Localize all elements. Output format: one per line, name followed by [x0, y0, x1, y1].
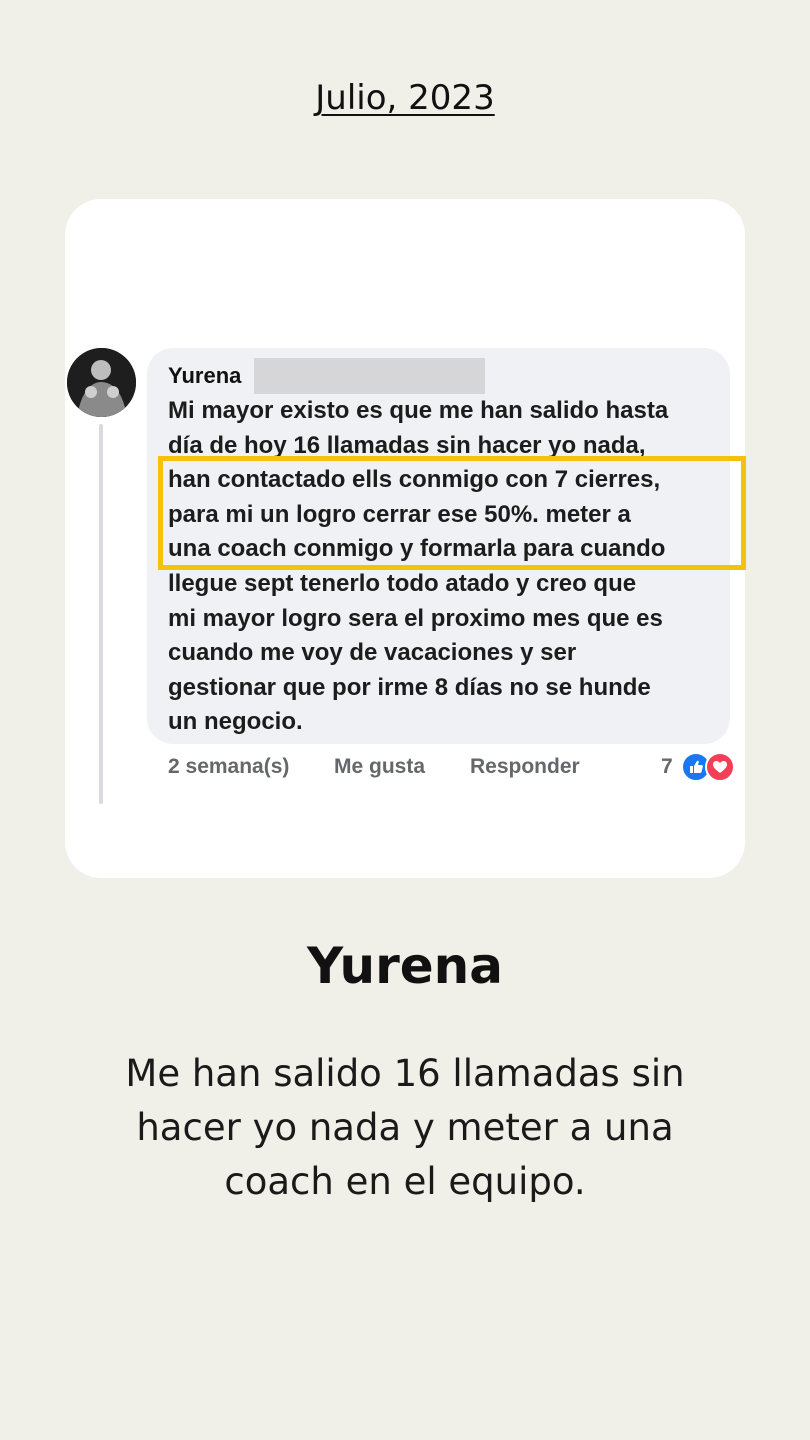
comment-timestamp[interactable]: 2 semana(s)	[168, 755, 289, 779]
testimonial-name: Yurena	[306, 937, 504, 995]
comment-line: Mi mayor existo es que me han salido has…	[168, 397, 669, 424]
comment-line: llegue sept tenerlo todo atado y creo qu…	[168, 569, 637, 597]
highlight-box	[158, 456, 746, 570]
comment-line: un negocio.	[168, 708, 303, 736]
like-button[interactable]: Me gusta	[334, 755, 425, 779]
reply-button[interactable]: Responder	[470, 755, 580, 779]
commenter-name[interactable]: Yurena	[168, 363, 241, 389]
comment-line: mi mayor logro sera el proximo mes que e…	[168, 604, 663, 632]
testimonial-quote: Me han salido 16 llamadas sin hacer yo n…	[125, 1052, 685, 1203]
reactions-summary[interactable]: 7	[661, 752, 735, 782]
reaction-count: 7	[661, 755, 673, 778]
name-redaction	[254, 358, 485, 394]
date-link[interactable]: Julio, 2023	[0, 78, 810, 118]
avatar-photo-icon	[67, 348, 136, 417]
comment-line: cuando me voy de vacaciones y ser	[168, 639, 577, 667]
commenter-avatar[interactable]	[67, 348, 136, 417]
thread-line	[99, 424, 103, 804]
comment-line: gestionar que por irme 8 días no se hund…	[168, 673, 651, 701]
love-icon	[704, 752, 735, 782]
